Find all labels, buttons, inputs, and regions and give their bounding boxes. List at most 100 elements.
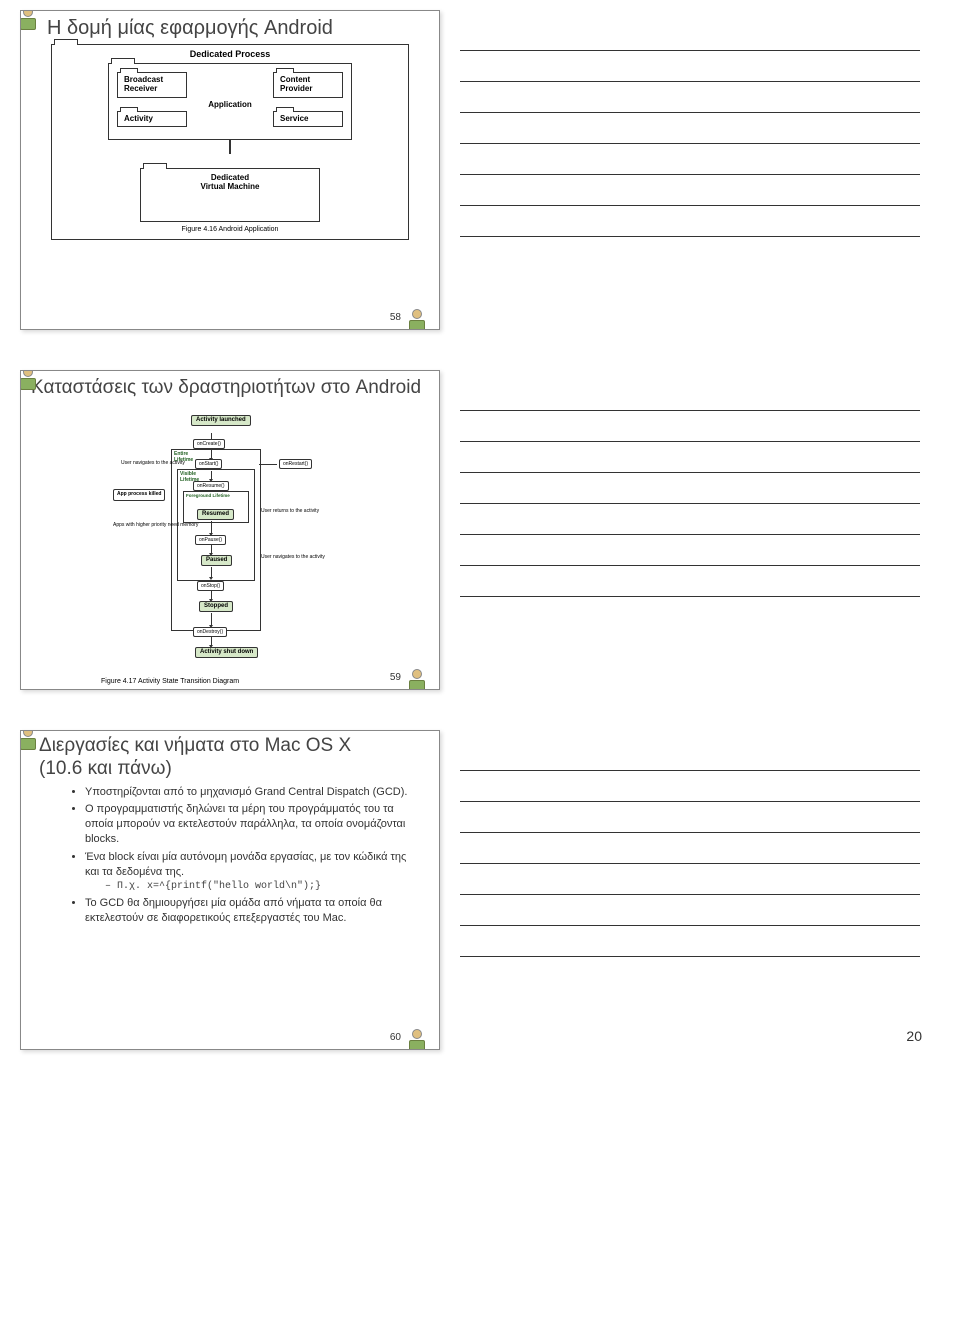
person-icon: [407, 1029, 427, 1050]
state-shutdown: Activity shut down: [195, 647, 258, 658]
note-line: [460, 175, 920, 206]
note-line: [460, 206, 920, 237]
note-line: [460, 442, 920, 473]
onpause-box: onPause(): [195, 535, 226, 545]
person-icon: [20, 730, 38, 749]
arrow-down-icon: [211, 450, 212, 458]
bullet-text: Το GCD θα δημιουργήσει μία ομάδα από νήμ…: [85, 897, 382, 924]
person-icon: [20, 370, 38, 389]
note-line: [460, 504, 920, 535]
box-label: Broadcast Receiver: [124, 75, 163, 93]
nav-text: User navigates to the activity: [121, 461, 185, 467]
arrow-down-icon: [211, 637, 212, 645]
onresume-box: onResume(): [193, 481, 229, 491]
slide-number: 60: [390, 1032, 401, 1043]
note-line: [460, 51, 920, 82]
box-label: Content Provider: [280, 75, 312, 93]
state-resumed: Resumed: [197, 509, 234, 520]
notes-area: [460, 740, 920, 1050]
person-icon: [20, 10, 38, 29]
note-line: [460, 82, 920, 113]
person-icon: [407, 669, 427, 690]
note-line: [460, 473, 920, 504]
folder-tab-icon: [276, 68, 294, 73]
arrow-down-icon: [211, 545, 212, 553]
code-example: – Π.χ. x=^{printf("hello world\n");}: [105, 880, 421, 894]
slide-title: Διεργασίες και νήματα στο Mac OS X (10.6…: [39, 735, 399, 781]
note-line: [460, 802, 920, 833]
note-line: [460, 20, 920, 51]
note-line: [460, 833, 920, 864]
notes-area: [460, 20, 920, 330]
arrow-line-icon: [259, 464, 277, 465]
onstart-box: onStart(): [195, 459, 222, 469]
arrow-down-icon: [211, 591, 212, 599]
dedicated-process-box: Dedicated Process Broadcast Receiver Con…: [51, 44, 409, 240]
content-provider-box: Content Provider: [273, 72, 343, 98]
person-icon: [407, 309, 427, 330]
foreground-lifetime-label: Foreground Lifetime: [184, 492, 248, 499]
service-box: Service: [273, 111, 343, 128]
arrow-down-icon: [211, 471, 212, 479]
returns-text: User returns to the activity: [261, 509, 319, 515]
bullet-text: Ένα block είναι μία αυτόνομη μονάδα εργα…: [85, 851, 406, 878]
slide-58: Η δομή μίας εφαρμογής Android Dedicated …: [20, 10, 440, 330]
process-label: Dedicated Process: [58, 49, 402, 59]
slide-number: 59: [390, 672, 401, 683]
nav2-text: User navigates to the activity: [261, 555, 325, 561]
note-line: [460, 895, 920, 926]
killed-box: App process killed: [113, 489, 165, 501]
slide-title: Η δομή μίας εφαρμογής Android: [47, 17, 439, 40]
figure-caption: Figure 4.16 Android Application: [58, 226, 402, 233]
note-line: [460, 926, 920, 957]
state-stopped: Stopped: [199, 601, 233, 612]
state-launched: Activity launched: [191, 415, 251, 426]
note-line: [460, 411, 920, 442]
list-item: Το GCD θα δημιουργήσει μία ομάδα από νήμ…: [85, 896, 421, 926]
page-number: 20: [906, 1028, 922, 1044]
note-line: [460, 864, 920, 895]
box-label: Service: [280, 114, 308, 123]
vm-label: Dedicated Virtual Machine: [145, 173, 315, 191]
folder-tab-icon: [143, 163, 167, 169]
arrow-down-icon: [211, 567, 212, 577]
arrow-down-icon: [211, 613, 212, 625]
bullet-text: Ο προγραμματιστής δηλώνει τα μέρη του πρ…: [85, 803, 405, 845]
code-text: Π.χ. x=^{printf("hello world\n");}: [117, 881, 321, 892]
ondestroy-box: onDestroy(): [193, 627, 227, 637]
folder-tab-icon: [120, 68, 138, 73]
folder-tab-icon: [111, 58, 135, 64]
state-diagram: Activity launched onCreate() Entire Life…: [121, 423, 341, 671]
onstop-box: onStop(): [197, 581, 224, 591]
bullet-text: Υποστηρίζονται από το μηχανισμό Grand Ce…: [85, 786, 407, 798]
broadcast-receiver-box: Broadcast Receiver: [117, 72, 187, 98]
activity-box: Activity: [117, 111, 187, 128]
note-line: [460, 380, 920, 411]
list-item: Ένα block είναι μία αυτόνομη μονάδα εργα…: [85, 850, 421, 893]
arrow-down-icon: [211, 521, 212, 533]
note-line: [460, 740, 920, 771]
bullet-list: Υποστηρίζονται από το μηχανισμό Grand Ce…: [45, 785, 421, 926]
highprio-text: Apps with higher priority need memory: [113, 523, 198, 529]
note-line: [460, 535, 920, 566]
note-line: [460, 566, 920, 597]
list-item: Ο προγραμματιστής δηλώνει τα μέρη του πρ…: [85, 802, 421, 847]
note-line: [460, 771, 920, 802]
slide-number: 58: [390, 312, 401, 323]
onrestart-box: onRestart(): [279, 459, 312, 469]
box-label: Activity: [124, 114, 153, 123]
oncreate-box: onCreate(): [193, 439, 225, 449]
folder-tab-icon: [54, 39, 78, 45]
slide-title: Καταστάσεις των δραστηριοτήτων στο Andro…: [31, 377, 439, 399]
application-label: Application: [117, 100, 343, 109]
slide-59: Καταστάσεις των δραστηριοτήτων στο Andro…: [20, 370, 440, 690]
list-item: Υποστηρίζονται από το μηχανισμό Grand Ce…: [85, 785, 421, 800]
folder-tab-icon: [120, 107, 138, 112]
note-line: [460, 113, 920, 144]
note-line: [460, 144, 920, 175]
application-box: Broadcast Receiver Content Provider Appl…: [108, 63, 352, 140]
state-paused: Paused: [201, 555, 232, 566]
virtual-machine-box: Dedicated Virtual Machine: [140, 168, 320, 222]
figure-caption: Figure 4.17 Activity State Transition Di…: [101, 678, 239, 685]
notes-area: [460, 380, 920, 690]
